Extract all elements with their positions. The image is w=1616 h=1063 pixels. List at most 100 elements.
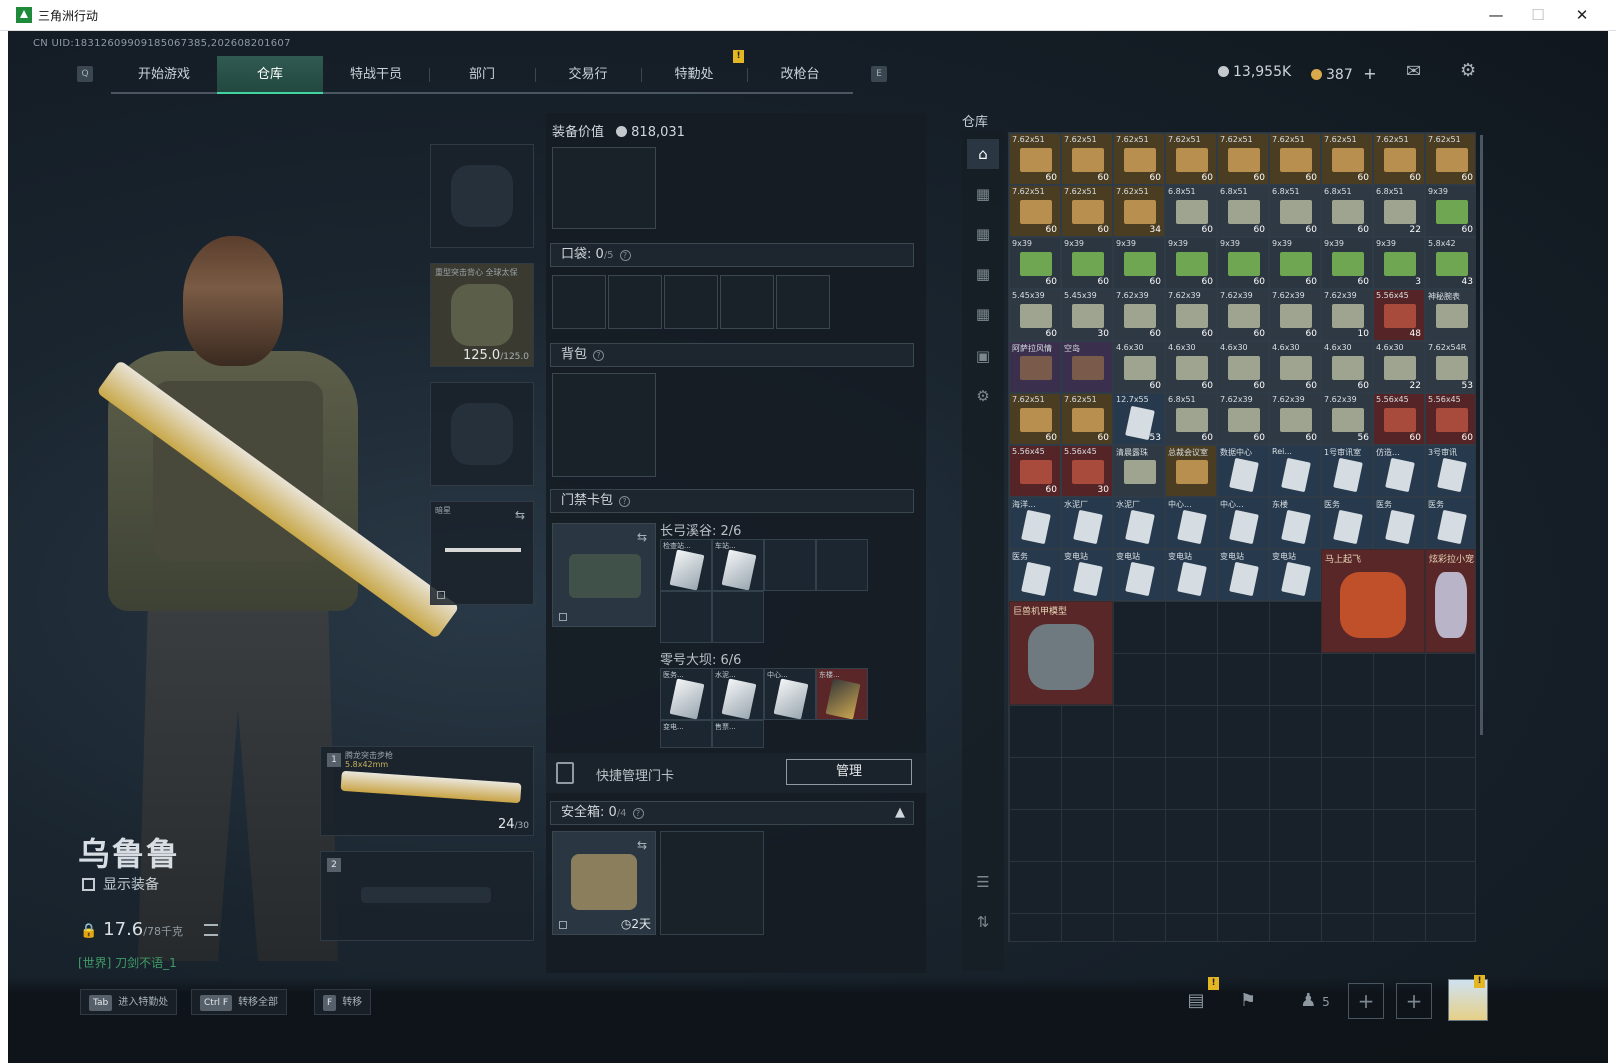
warehouse-item[interactable]: 5.45x39 30 (1061, 289, 1113, 341)
warehouse-item[interactable]: 6.8x51 60 (1217, 185, 1269, 237)
keycard-item[interactable]: 医务... (660, 668, 712, 720)
warehouse-item[interactable]: 中心... (1217, 497, 1269, 549)
warehouse-ext4-tab-icon[interactable]: ▦ (967, 299, 999, 329)
warehouse-item[interactable]: 7.62x51 60 (1373, 133, 1425, 185)
help-icon[interactable]: ? (619, 250, 631, 261)
warehouse-item[interactable]: 7.62x51 60 (1113, 133, 1165, 185)
armor-slot[interactable]: 重型突击背心 全球太保 125.0/125.0 (430, 263, 534, 367)
warehouse-item[interactable]: 5.45x39 60 (1009, 289, 1061, 341)
warehouse-item[interactable]: 数据中心 (1217, 445, 1269, 497)
warehouse-item[interactable]: 7.62x51 60 (1009, 133, 1061, 185)
warehouse-item[interactable]: 7.62x51 60 (1217, 133, 1269, 185)
warehouse-item[interactable]: 9x39 60 (1217, 237, 1269, 289)
keycard-item[interactable]: 中心... (764, 668, 816, 720)
keycard-case-slot[interactable]: ⇆ (552, 523, 656, 627)
warehouse-item[interactable]: 4.6x30 60 (1321, 341, 1373, 393)
warehouse-item[interactable]: 空岛 (1061, 341, 1113, 393)
warehouse-item[interactable]: 9x39 60 (1269, 237, 1321, 289)
checkbox-icon[interactable] (82, 878, 95, 891)
keycard-item[interactable]: 变电... (660, 720, 712, 748)
warehouse-item[interactable]: 7.62x51 60 (1061, 185, 1113, 237)
mail-icon[interactable]: ✉ (1406, 61, 1421, 82)
sort-icon[interactable]: ⇅ (967, 907, 999, 937)
warehouse-item[interactable]: 7.62x51 34 (1113, 185, 1165, 237)
warehouse-item[interactable]: 9x39 60 (1321, 237, 1373, 289)
secondary-weapon-slot[interactable]: 2 (320, 851, 534, 941)
warehouse-item[interactable]: 中心... (1165, 497, 1217, 549)
maximize-button[interactable]: ☐ (1518, 4, 1558, 26)
add-squad-slot[interactable]: + (1396, 983, 1432, 1019)
tab-special-ops[interactable]: 特勤处 (641, 56, 747, 94)
warehouse-item[interactable]: 5.56x45 60 (1009, 445, 1061, 497)
warehouse-item[interactable]: 6.8x51 60 (1321, 185, 1373, 237)
pocket-slot[interactable] (776, 275, 830, 329)
warehouse-item[interactable]: 7.62x39 56 (1321, 393, 1373, 445)
keycard-item[interactable]: 东楼... (816, 668, 868, 720)
world-chat-line[interactable]: [世界] 刀剑不语_1 (78, 954, 177, 971)
warehouse-item[interactable]: 5.56x45 60 (1425, 393, 1475, 445)
warehouse-item[interactable]: 7.62x39 60 (1217, 393, 1269, 445)
warehouse-item[interactable]: 9x39 60 (1113, 237, 1165, 289)
warehouse-item[interactable]: 5.56x45 30 (1061, 445, 1113, 497)
warehouse-item[interactable]: 7.62x51 60 (1269, 133, 1321, 185)
keycard-empty[interactable] (660, 591, 712, 643)
warehouse-item[interactable]: 4.6x30 22 (1373, 341, 1425, 393)
tab-start-game[interactable]: 开始游戏 (111, 56, 217, 94)
warehouse-ext1-tab-icon[interactable]: ▦ (967, 179, 999, 209)
warehouse-item[interactable]: 1号审讯室 (1321, 445, 1373, 497)
warehouse-item[interactable]: 9x39 60 (1009, 237, 1061, 289)
chest-rig-slot[interactable] (552, 147, 656, 229)
warehouse-item[interactable]: 水泥厂 (1061, 497, 1113, 549)
warehouse-ext2-tab-icon[interactable]: ▦ (967, 219, 999, 249)
collectible-item[interactable]: 马上起飞 (1321, 549, 1425, 653)
warehouse-item[interactable]: 7.62x39 10 (1321, 289, 1373, 341)
safebox-grid[interactable] (660, 831, 764, 935)
warehouse-item[interactable]: 神秘腕表 (1425, 289, 1475, 341)
warehouse-item[interactable]: 阿萨拉风情 (1009, 341, 1061, 393)
warehouse-ext3-tab-icon[interactable]: ▦ (967, 259, 999, 289)
warehouse-item[interactable]: 7.62x39 60 (1165, 289, 1217, 341)
warehouse-item[interactable]: 7.62x51 60 (1165, 133, 1217, 185)
warehouse-item[interactable]: 4.6x30 60 (1217, 341, 1269, 393)
pin-icon[interactable]: ▲ (895, 802, 905, 824)
flag-icon[interactable]: ⚑ (1230, 983, 1266, 1019)
keycard-item[interactable]: 售票... (712, 720, 764, 748)
warehouse-scrollbar[interactable] (1480, 135, 1483, 735)
warehouse-item[interactable]: 6.8x51 22 (1373, 185, 1425, 237)
safebox-slot[interactable]: ⇆ ◷2天 (552, 831, 656, 935)
warehouse-item[interactable]: 6.8x51 60 (1269, 185, 1321, 237)
warehouse-item[interactable]: 5.56x45 60 (1373, 393, 1425, 445)
friends-button[interactable]: ♟ 5 (1290, 983, 1340, 1019)
warehouse-item[interactable]: 海洋... (1009, 497, 1061, 549)
warehouse-item[interactable]: 7.62x51 60 (1061, 393, 1113, 445)
warehouse-settings-icon[interactable]: ⚙ (967, 381, 999, 411)
keycard-empty[interactable] (816, 539, 868, 591)
keycard-item[interactable]: 车站... (712, 539, 764, 591)
layers-icon[interactable]: ☰ (967, 867, 999, 897)
pistol-slot[interactable] (430, 382, 534, 486)
collectible-item[interactable]: 巨兽机甲模型 (1009, 601, 1113, 705)
warehouse-item[interactable]: 5.56x45 48 (1373, 289, 1425, 341)
warehouse-item[interactable]: 7.62x39 60 (1269, 393, 1321, 445)
warehouse-item[interactable]: Rei... (1269, 445, 1321, 497)
warehouse-item[interactable]: 7.62x51 60 (1425, 133, 1475, 185)
warehouse-item[interactable]: 7.62x54R 53 (1425, 341, 1475, 393)
warehouse-item[interactable]: 7.62x39 60 (1217, 289, 1269, 341)
warehouse-item[interactable]: 医务 (1373, 497, 1425, 549)
locked-tab-icon[interactable]: ▣ (967, 341, 999, 371)
warehouse-item[interactable]: 6.8x51 60 (1165, 185, 1217, 237)
warehouse-item[interactable]: 变电站 (1217, 549, 1269, 601)
helmet-slot[interactable] (430, 144, 534, 248)
pocket-slot[interactable] (720, 275, 774, 329)
warehouse-item[interactable]: 医务 (1425, 497, 1475, 549)
swap-icon[interactable]: ⇆ (515, 508, 525, 522)
list-icon[interactable] (204, 924, 218, 936)
warehouse-item[interactable]: 东楼 (1269, 497, 1321, 549)
pocket-slot[interactable] (608, 275, 662, 329)
keycard-item[interactable]: 水泥... (712, 668, 764, 720)
keycard-empty[interactable] (712, 591, 764, 643)
minimize-button[interactable]: — (1476, 4, 1516, 26)
warehouse-item[interactable]: 7.62x39 60 (1113, 289, 1165, 341)
tab-market[interactable]: 交易行 (535, 56, 641, 94)
warehouse-item[interactable]: 医务 (1009, 549, 1061, 601)
